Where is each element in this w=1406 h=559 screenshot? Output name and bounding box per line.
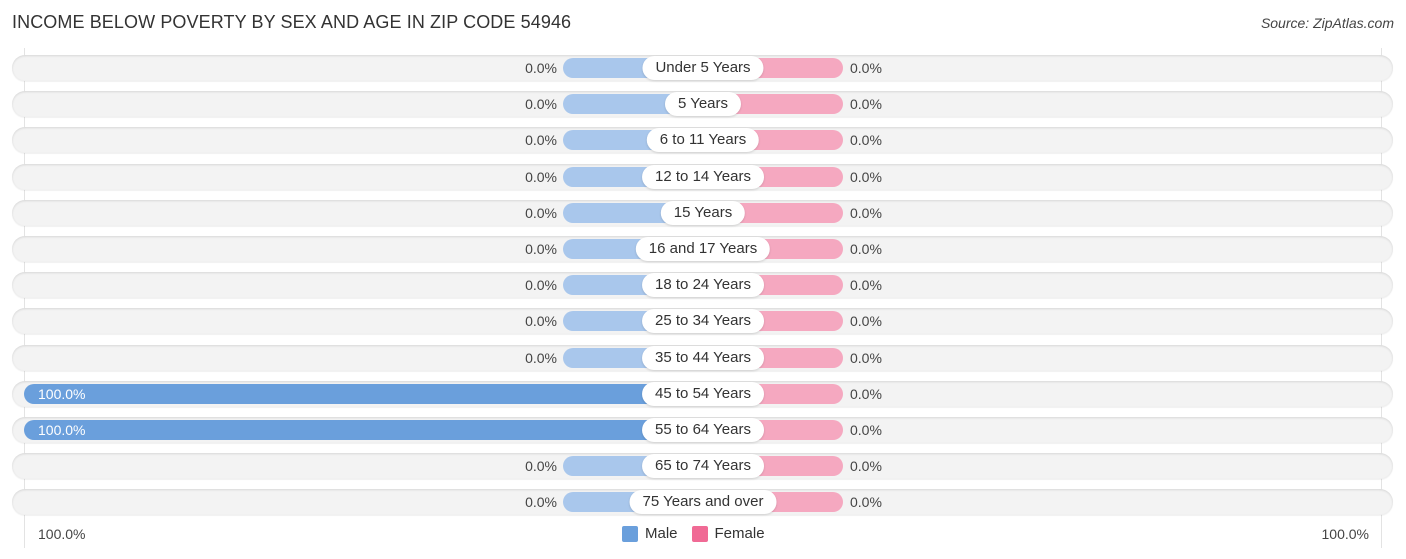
chart-row: 0.0% 0.0% 6 to 11 Years xyxy=(12,127,1393,154)
category-label: 15 Years xyxy=(660,200,746,225)
male-value-label: 100.0% xyxy=(38,422,86,438)
category-label: 12 to 14 Years xyxy=(642,164,764,189)
male-bar[interactable] xyxy=(24,383,703,404)
category-label: 35 to 44 Years xyxy=(642,345,764,370)
male-value-label: 0.0% xyxy=(525,349,557,366)
chart-row: 100.0% 0.0% 45 to 54 Years xyxy=(12,380,1393,407)
male-value-label: 0.0% xyxy=(525,96,557,113)
female-value-label: 0.0% xyxy=(850,168,882,185)
chart-row: 0.0% 0.0% Under 5 Years xyxy=(12,55,1393,81)
legend: Male Female xyxy=(622,525,779,542)
male-value-label: 0.0% xyxy=(525,241,557,257)
legend-swatch-male xyxy=(622,525,638,542)
female-value-label: 0.0% xyxy=(850,241,882,257)
male-value-label: 0.0% xyxy=(525,458,557,475)
female-value-label: 0.0% xyxy=(850,313,882,330)
legend-item-male[interactable]: Male xyxy=(622,525,678,542)
chart-row: 0.0% 0.0% 25 to 34 Years xyxy=(12,308,1393,335)
category-label: 6 to 11 Years xyxy=(646,128,760,153)
male-value-label: 0.0% xyxy=(525,60,557,76)
category-label: 18 to 24 Years xyxy=(642,273,764,298)
female-value-label: 0.0% xyxy=(850,204,882,221)
legend-swatch-female xyxy=(691,525,708,542)
legend-label-male: Male xyxy=(645,525,678,542)
female-value-label: 0.0% xyxy=(850,385,882,402)
male-value-label: 0.0% xyxy=(525,277,557,294)
axis-label-right: 100.0% xyxy=(1321,526,1369,542)
category-label: 75 Years and over xyxy=(629,490,777,515)
male-value-label: 0.0% xyxy=(525,204,557,221)
category-label: 25 to 34 Years xyxy=(642,309,764,334)
male-value-label: 100.0% xyxy=(38,385,86,402)
male-value-label: 0.0% xyxy=(525,313,557,330)
female-value-label: 0.0% xyxy=(850,96,882,113)
male-bar[interactable] xyxy=(24,420,703,440)
chart-row: 0.0% 0.0% 35 to 44 Years xyxy=(12,344,1393,371)
chart-title: INCOME BELOW POVERTY BY SEX AND AGE IN Z… xyxy=(12,12,572,32)
chart-row: 0.0% 0.0% 65 to 74 Years xyxy=(12,453,1393,480)
chart-row: 0.0% 0.0% 75 Years and over xyxy=(12,489,1393,516)
male-value-label: 0.0% xyxy=(525,168,557,185)
legend-label-female: Female xyxy=(714,525,765,542)
chart-row: 0.0% 0.0% 15 Years xyxy=(12,199,1393,226)
chart-row: 100.0% 0.0% 55 to 64 Years xyxy=(12,417,1393,443)
female-value-label: 0.0% xyxy=(850,277,882,294)
chart-row: 0.0% 0.0% 16 and 17 Years xyxy=(12,236,1393,262)
source-credit: Source: ZipAtlas.com xyxy=(1260,15,1394,31)
category-label: 55 to 64 Years xyxy=(642,418,764,442)
female-value-label: 0.0% xyxy=(850,132,882,149)
category-label: Under 5 Years xyxy=(642,56,764,80)
chart-row: 0.0% 0.0% 18 to 24 Years xyxy=(12,272,1393,299)
female-value-label: 0.0% xyxy=(850,494,882,511)
legend-item-female[interactable]: Female xyxy=(691,525,765,542)
female-value-label: 0.0% xyxy=(850,349,882,366)
female-value-label: 0.0% xyxy=(850,60,882,76)
male-value-label: 0.0% xyxy=(525,494,557,511)
chart-row: 0.0% 0.0% 5 Years xyxy=(12,91,1393,118)
female-value-label: 0.0% xyxy=(850,422,882,438)
female-value-label: 0.0% xyxy=(850,458,882,475)
category-label: 45 to 54 Years xyxy=(642,381,764,406)
axis-label-left: 100.0% xyxy=(38,526,86,542)
male-value-label: 0.0% xyxy=(525,132,557,149)
category-label: 5 Years xyxy=(664,92,742,117)
chart-row: 0.0% 0.0% 12 to 14 Years xyxy=(12,163,1393,190)
category-label: 16 and 17 Years xyxy=(635,237,771,261)
category-label: 65 to 74 Years xyxy=(642,454,764,479)
